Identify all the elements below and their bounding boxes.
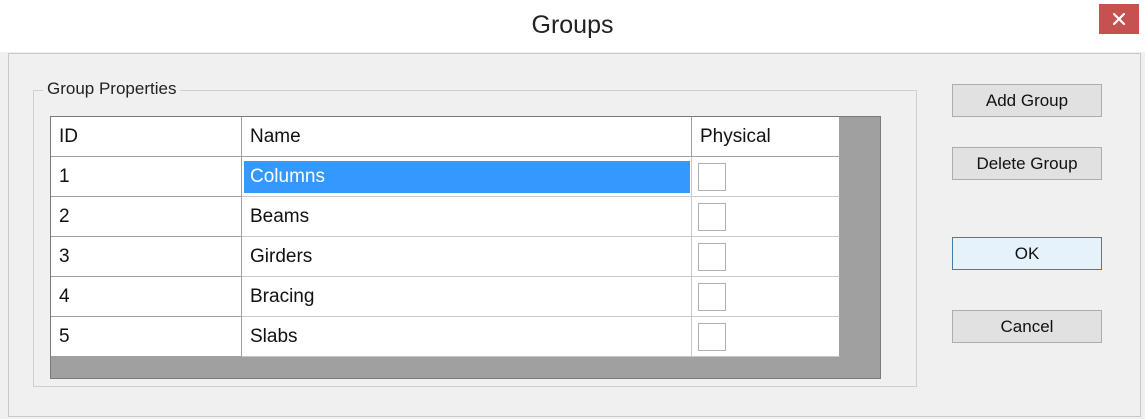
row-physical-cell (692, 277, 840, 317)
column-header-physical[interactable]: Physical (692, 117, 840, 157)
window-title: Groups (531, 11, 614, 39)
close-icon (1112, 12, 1126, 26)
row-physical-cell (692, 317, 840, 357)
physical-checkbox[interactable] (698, 322, 726, 351)
row-name-cell[interactable]: Slabs (242, 317, 692, 357)
row-id-cell[interactable]: 3 (51, 237, 242, 277)
cancel-button[interactable]: Cancel (952, 310, 1102, 343)
group-properties-legend: Group Properties (43, 78, 181, 100)
row-id-cell[interactable]: 5 (51, 317, 242, 357)
physical-checkbox[interactable] (698, 282, 726, 311)
close-button[interactable] (1099, 4, 1139, 34)
row-physical-cell (692, 237, 840, 277)
row-name-cell[interactable]: Bracing (242, 277, 692, 317)
delete-group-button[interactable]: Delete Group (952, 147, 1102, 180)
groups-table: ID Name Physical 1 Columns 2 Beams 3 Gir… (50, 116, 881, 379)
row-name-cell[interactable]: Beams (242, 197, 692, 237)
selected-name-text: Columns (244, 160, 690, 193)
column-header-id[interactable]: ID (51, 117, 242, 157)
row-name-cell[interactable]: Columns (242, 157, 692, 197)
row-physical-cell (692, 197, 840, 237)
ok-button[interactable]: OK (952, 237, 1102, 270)
add-group-button[interactable]: Add Group (952, 84, 1102, 117)
physical-checkbox[interactable] (698, 242, 726, 271)
row-id-cell[interactable]: 2 (51, 197, 242, 237)
row-name-cell[interactable]: Girders (242, 237, 692, 277)
physical-checkbox[interactable] (698, 202, 726, 231)
physical-checkbox[interactable] (698, 162, 726, 191)
title-bar: Groups (0, 0, 1145, 52)
row-physical-cell (692, 157, 840, 197)
row-id-cell[interactable]: 1 (51, 157, 242, 197)
row-id-cell[interactable]: 4 (51, 277, 242, 317)
column-header-name[interactable]: Name (242, 117, 692, 157)
